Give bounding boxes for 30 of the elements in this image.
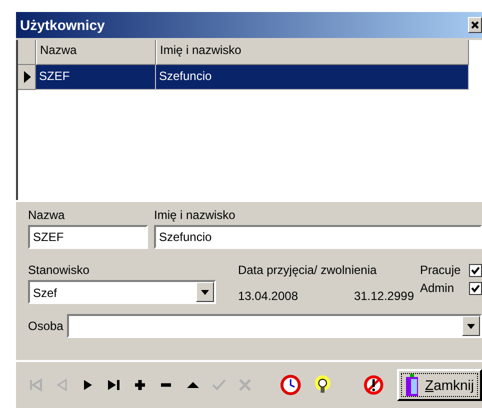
- field-label: Imię i nazwisko: [154, 208, 236, 222]
- dropdown-arrow-icon: [467, 324, 475, 328]
- clock-icon[interactable]: [280, 374, 302, 396]
- position-dropdown[interactable]: Szef: [28, 280, 216, 304]
- field-label: Nazwa: [28, 208, 66, 222]
- table-cell: Szefuncio: [156, 65, 469, 90]
- checkbox-label: Admin: [420, 281, 454, 295]
- person-dropdown[interactable]: [67, 314, 482, 338]
- checkbox[interactable]: [469, 282, 482, 294]
- close-icon: [471, 21, 479, 29]
- dates-label: Data przyjęcia/ zwolnienia: [238, 263, 378, 277]
- table-cell: SZEF: [36, 65, 156, 90]
- column-header[interactable]: Imię i nazwisko: [156, 40, 469, 65]
- hire-date: 13.04.2008: [238, 289, 298, 303]
- name-field[interactable]: SZEF: [28, 225, 148, 249]
- close-button[interactable]: [468, 17, 482, 33]
- full-name-field[interactable]: Szefuncio: [154, 225, 482, 249]
- dropdown-arrow-icon: [200, 290, 209, 294]
- checkbox[interactable]: [469, 264, 482, 276]
- field-label: Osoba: [28, 319, 64, 333]
- grid-row[interactable]: SZEF Szefuncio: [18, 65, 482, 90]
- prohibition-icon[interactable]: [362, 374, 384, 396]
- close-button[interactable]: Zamknij: [397, 369, 482, 401]
- field-label: Stanowisko: [28, 263, 90, 277]
- checkbox-label: Pracuje: [420, 263, 461, 277]
- leave-date: 31.12.2999: [354, 289, 414, 303]
- row-pointer-icon: [22, 71, 30, 83]
- door-icon: [405, 374, 419, 396]
- column-header[interactable]: Nazwa: [36, 40, 156, 65]
- window-title: Użytkownicy: [20, 17, 105, 33]
